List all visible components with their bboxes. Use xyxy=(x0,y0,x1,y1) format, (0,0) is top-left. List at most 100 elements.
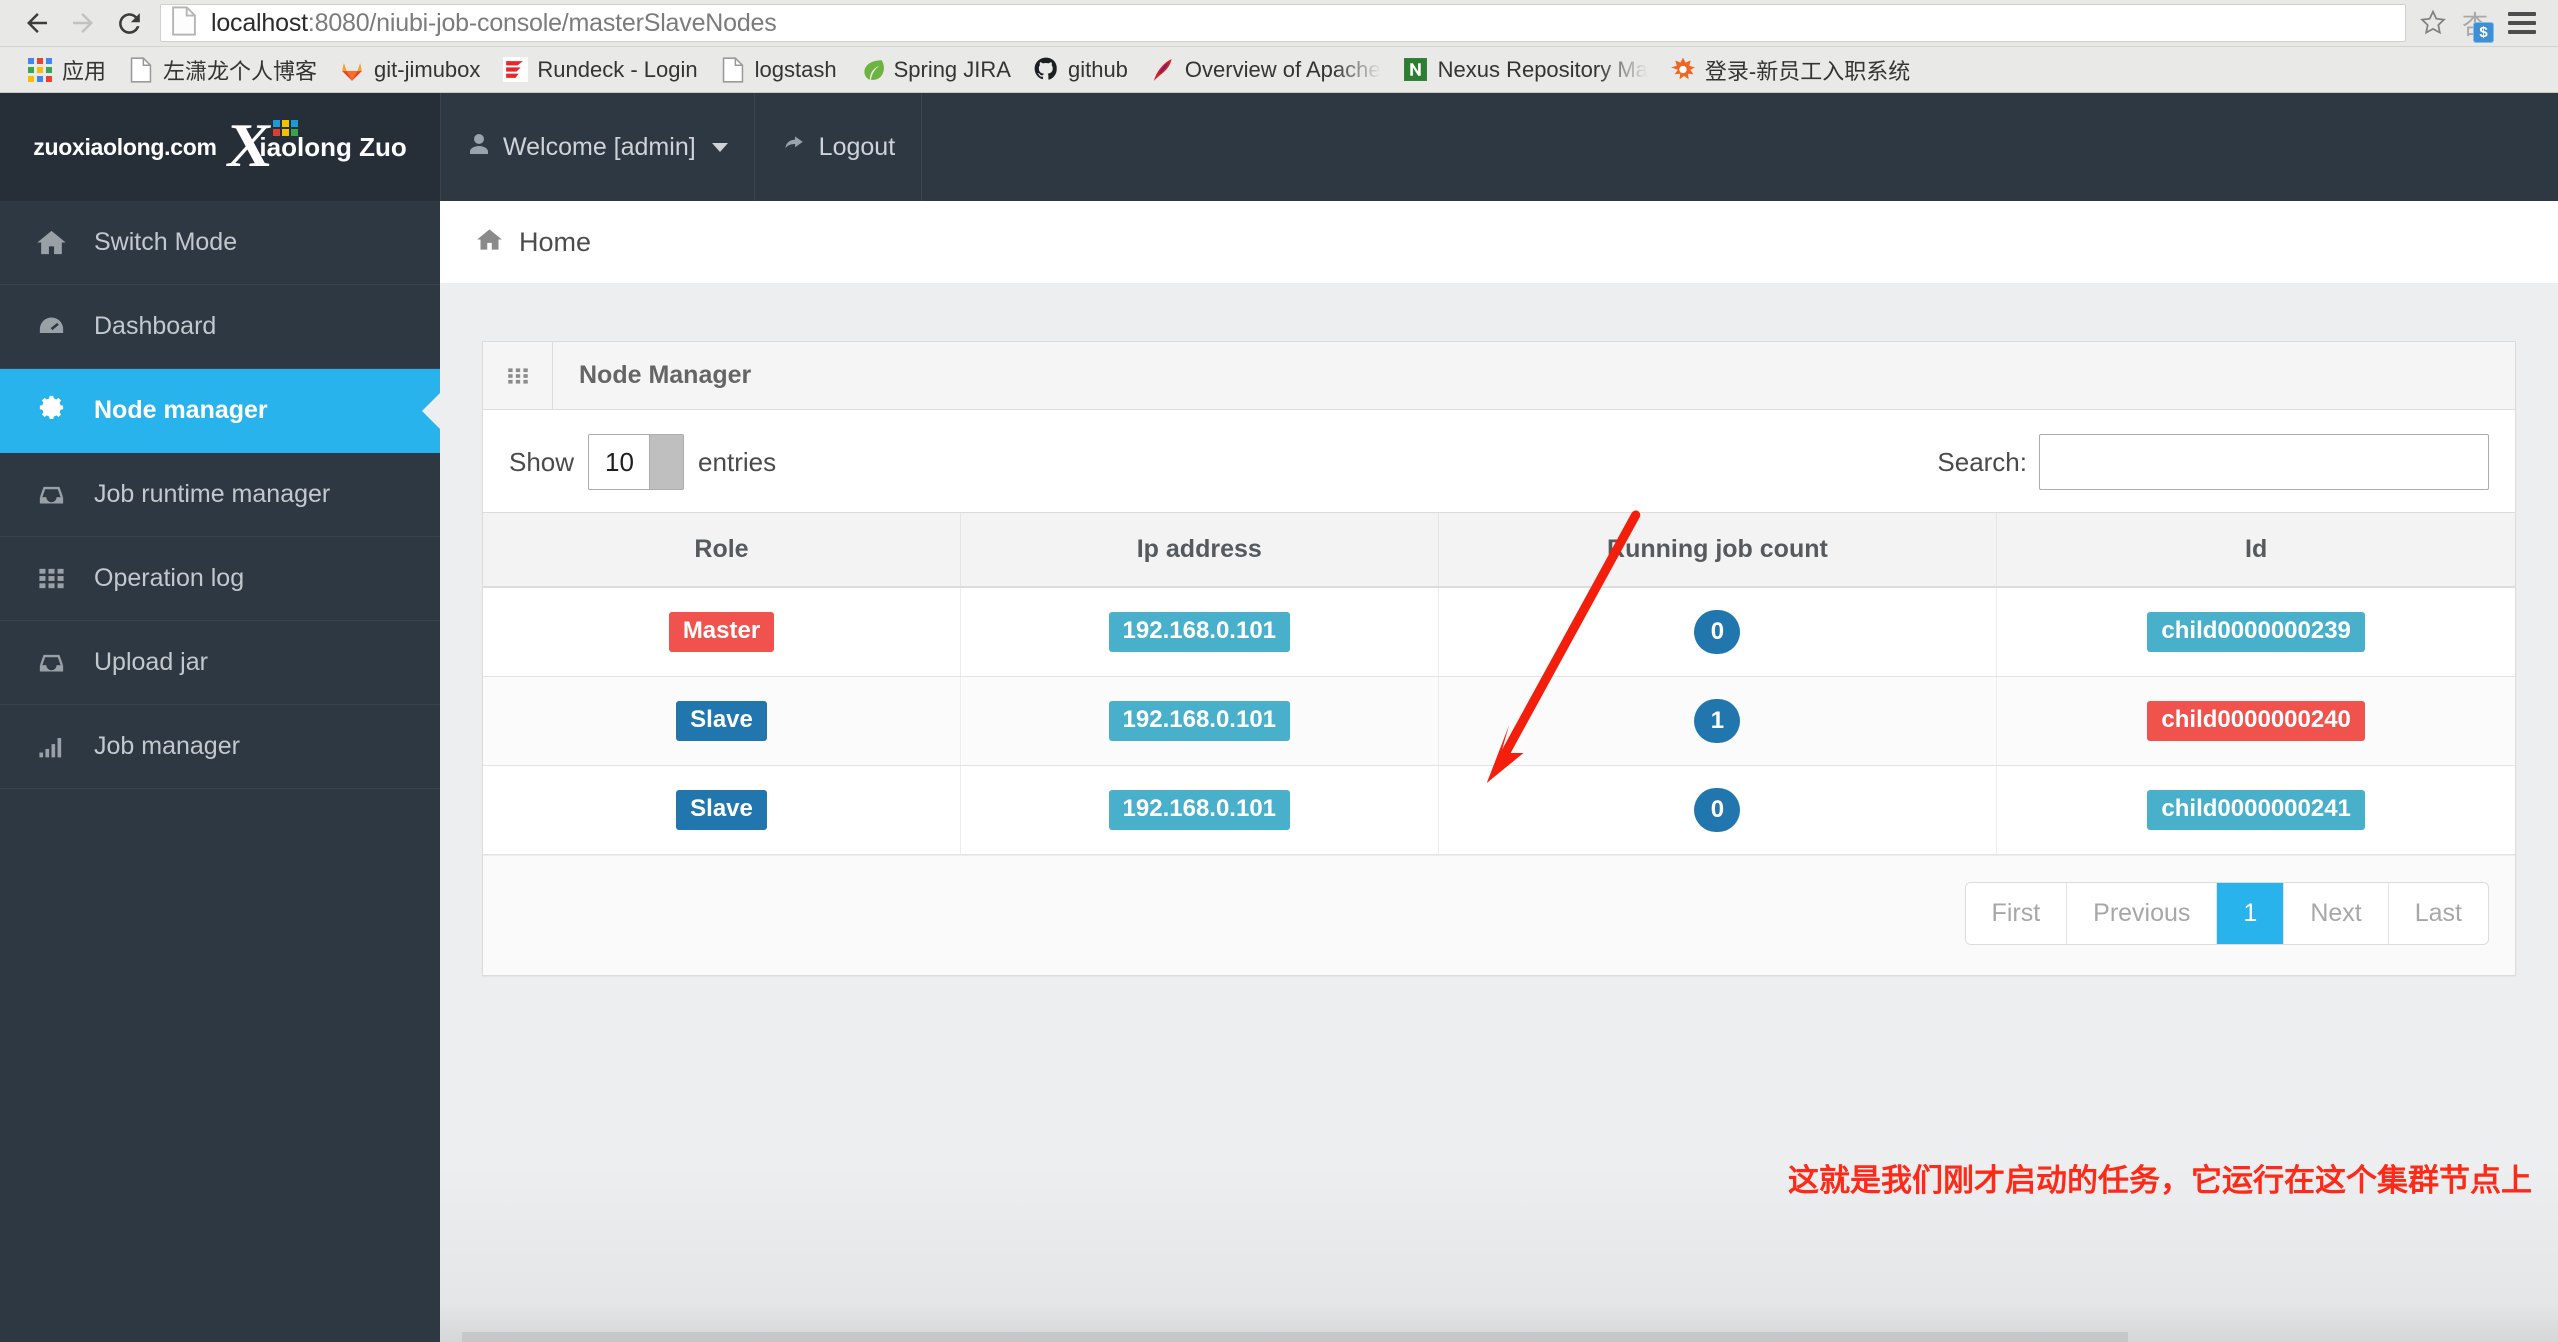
home-icon xyxy=(476,226,503,258)
application-window: zuoxiaolong.com X iaolong Zuo Switch Mod… xyxy=(0,93,2558,1342)
extension-button[interactable]: 杏 $ xyxy=(2454,2,2496,44)
cell-running-job-count: 0 xyxy=(1437,587,1997,677)
pagination-previous[interactable]: Previous xyxy=(2066,883,2217,944)
forward-arrow-icon xyxy=(73,13,93,33)
ip-badge: 192.168.0.101 xyxy=(1108,701,1291,741)
bookmark-label: 应用 xyxy=(62,58,107,84)
breadcrumb-label: Home xyxy=(519,226,592,257)
back-button[interactable] xyxy=(14,0,60,46)
browser-menu-button[interactable] xyxy=(2500,2,2544,44)
inbox-icon xyxy=(34,647,68,678)
page-doc-icon xyxy=(171,5,197,41)
gitlab-fox-icon xyxy=(339,57,365,83)
brand-logo-x: X xyxy=(223,112,270,181)
chevron-down-icon xyxy=(649,435,684,489)
bookmark-logstash[interactable]: logstash xyxy=(709,53,848,87)
column-header-ip[interactable]: Ip address xyxy=(960,512,1439,588)
bookmark-rundeck[interactable]: Rundeck - Login xyxy=(491,53,708,87)
address-bar[interactable]: localhost:8080/niubi-job-console/masterS… xyxy=(160,4,2406,42)
node-id-badge: child0000000239 xyxy=(2147,612,2365,652)
datatable-footer: First Previous 1 Next Last xyxy=(483,855,2515,975)
reload-button[interactable] xyxy=(106,0,152,46)
column-header-count[interactable]: Running job count xyxy=(1437,512,1997,588)
column-header-role[interactable]: Role xyxy=(483,512,961,588)
url-text: localhost:8080/niubi-job-console/masterS… xyxy=(211,9,777,38)
table-header-row: Role Ip address Running job count Id xyxy=(483,512,2515,588)
welcome-user-dropdown[interactable]: Welcome [admin] xyxy=(440,93,755,201)
hamburger-menu-icon xyxy=(2508,21,2536,25)
forward-button[interactable] xyxy=(60,0,106,46)
pagination: First Previous 1 Next Last xyxy=(1964,882,2489,945)
bookmark-label: 登录-新员工入职系统 xyxy=(1704,58,1911,84)
bookmark-apache-overview[interactable]: Overview of Apache xyxy=(1139,53,1392,87)
bookmark-onboarding-login[interactable]: 登录-新员工入职系统 xyxy=(1659,53,1921,87)
sidebar-item-label: Job runtime manager xyxy=(94,480,331,508)
job-count-badge: 1 xyxy=(1694,699,1741,743)
table-row: Slave 192.168.0.101 1 child0000000240 xyxy=(483,676,2515,766)
sidebar-item-switch-mode[interactable]: Switch Mode xyxy=(0,201,440,285)
table-row: Slave 192.168.0.101 0 child0000000241 xyxy=(483,765,2515,855)
page-doc-icon xyxy=(720,56,746,83)
bookmark-label: logstash xyxy=(754,56,837,82)
node-id-badge: child0000000241 xyxy=(2147,790,2365,830)
nexus-n-icon xyxy=(1403,57,1429,83)
bookmark-label: Rundeck - Login xyxy=(537,56,698,82)
bookmark-apps[interactable]: 应用 xyxy=(16,53,117,87)
cell-running-job-count: 0 xyxy=(1437,765,1997,855)
logout-button[interactable]: Logout xyxy=(755,93,923,201)
bookmark-label: 左潇龙个人博客 xyxy=(163,58,318,84)
url-rest: :8080/niubi-job-console/masterSlaveNodes xyxy=(307,8,777,37)
panel-title: Node Manager xyxy=(579,361,752,389)
main-column: Welcome [admin] Logout Home Node Manager… xyxy=(440,93,2558,1342)
rundeck-icon xyxy=(502,57,528,83)
bookmark-label: Spring JIRA xyxy=(893,56,1011,82)
sidebar-item-operation-log[interactable]: Operation log xyxy=(0,537,440,621)
back-arrow-icon xyxy=(27,13,47,33)
sidebar-item-dashboard[interactable]: Dashboard xyxy=(0,285,440,369)
browser-chrome: localhost:8080/niubi-job-console/masterS… xyxy=(0,0,2558,93)
job-count-badge: 0 xyxy=(1694,788,1741,832)
logout-label: Logout xyxy=(818,132,896,161)
show-label: Show xyxy=(509,446,575,477)
entries-select[interactable]: 10 xyxy=(588,434,685,490)
bookmark-spring-jira[interactable]: Spring JIRA xyxy=(848,53,1022,87)
search-input[interactable] xyxy=(2039,434,2489,490)
bookmark-nexus-repository[interactable]: Nexus Repository Ma xyxy=(1392,53,1659,87)
apps-grid-icon xyxy=(27,57,53,83)
bookmark-star-button[interactable] xyxy=(2412,7,2454,39)
sidebar-item-label: Job manager xyxy=(94,732,240,760)
bookmark-blog[interactable]: 左潇龙个人博客 xyxy=(117,53,328,87)
cell-id: child0000000239 xyxy=(1996,587,2515,677)
sidebar-item-job-runtime-manager[interactable]: Job runtime manager xyxy=(0,453,440,537)
chrome-right-actions: 杏 $ xyxy=(2454,2,2544,44)
sidebar-item-upload-jar[interactable]: Upload jar xyxy=(0,621,440,705)
sign-out-icon xyxy=(781,131,807,164)
sidebar-item-job-manager[interactable]: Job manager xyxy=(0,705,440,789)
role-badge: Master xyxy=(668,612,775,652)
inbox-icon xyxy=(34,479,68,510)
sidebar-item-label: Operation log xyxy=(94,564,245,592)
bookmark-git-jimubox[interactable]: git-jimubox xyxy=(328,53,491,87)
sidebar-item-node-manager[interactable]: Node manager xyxy=(0,369,440,453)
pagination-next[interactable]: Next xyxy=(2283,883,2388,944)
pagination-last[interactable]: Last xyxy=(2387,883,2488,944)
cell-role: Slave xyxy=(483,676,961,766)
bookmark-github[interactable]: github xyxy=(1022,53,1139,87)
orange-burst-icon xyxy=(1670,57,1696,83)
ip-badge: 192.168.0.101 xyxy=(1108,612,1291,652)
cell-id: child0000000241 xyxy=(1996,765,2515,855)
pagination-page-1[interactable]: 1 xyxy=(2216,883,2284,944)
brand-header[interactable]: zuoxiaolong.com X iaolong Zuo xyxy=(0,93,440,201)
welcome-label: Welcome [admin] xyxy=(503,132,696,161)
cell-ip: 192.168.0.101 xyxy=(960,587,1439,677)
bar-chart-icon xyxy=(34,732,68,761)
dashboard-icon xyxy=(34,311,68,342)
entries-length-control: Show 10 entries xyxy=(509,434,776,490)
annotation-text: 这就是我们刚才启动的任务，它运行在这个集群节点上 xyxy=(1788,1163,2532,1199)
column-header-id[interactable]: Id xyxy=(1996,512,2515,588)
extension-badge: $ xyxy=(2473,22,2494,43)
hamburger-menu-icon xyxy=(2508,12,2536,16)
grid-icon xyxy=(483,342,553,409)
nodes-table: Role Ip address Running job count Id Mas… xyxy=(483,512,2515,855)
pagination-first[interactable]: First xyxy=(1965,883,2067,944)
